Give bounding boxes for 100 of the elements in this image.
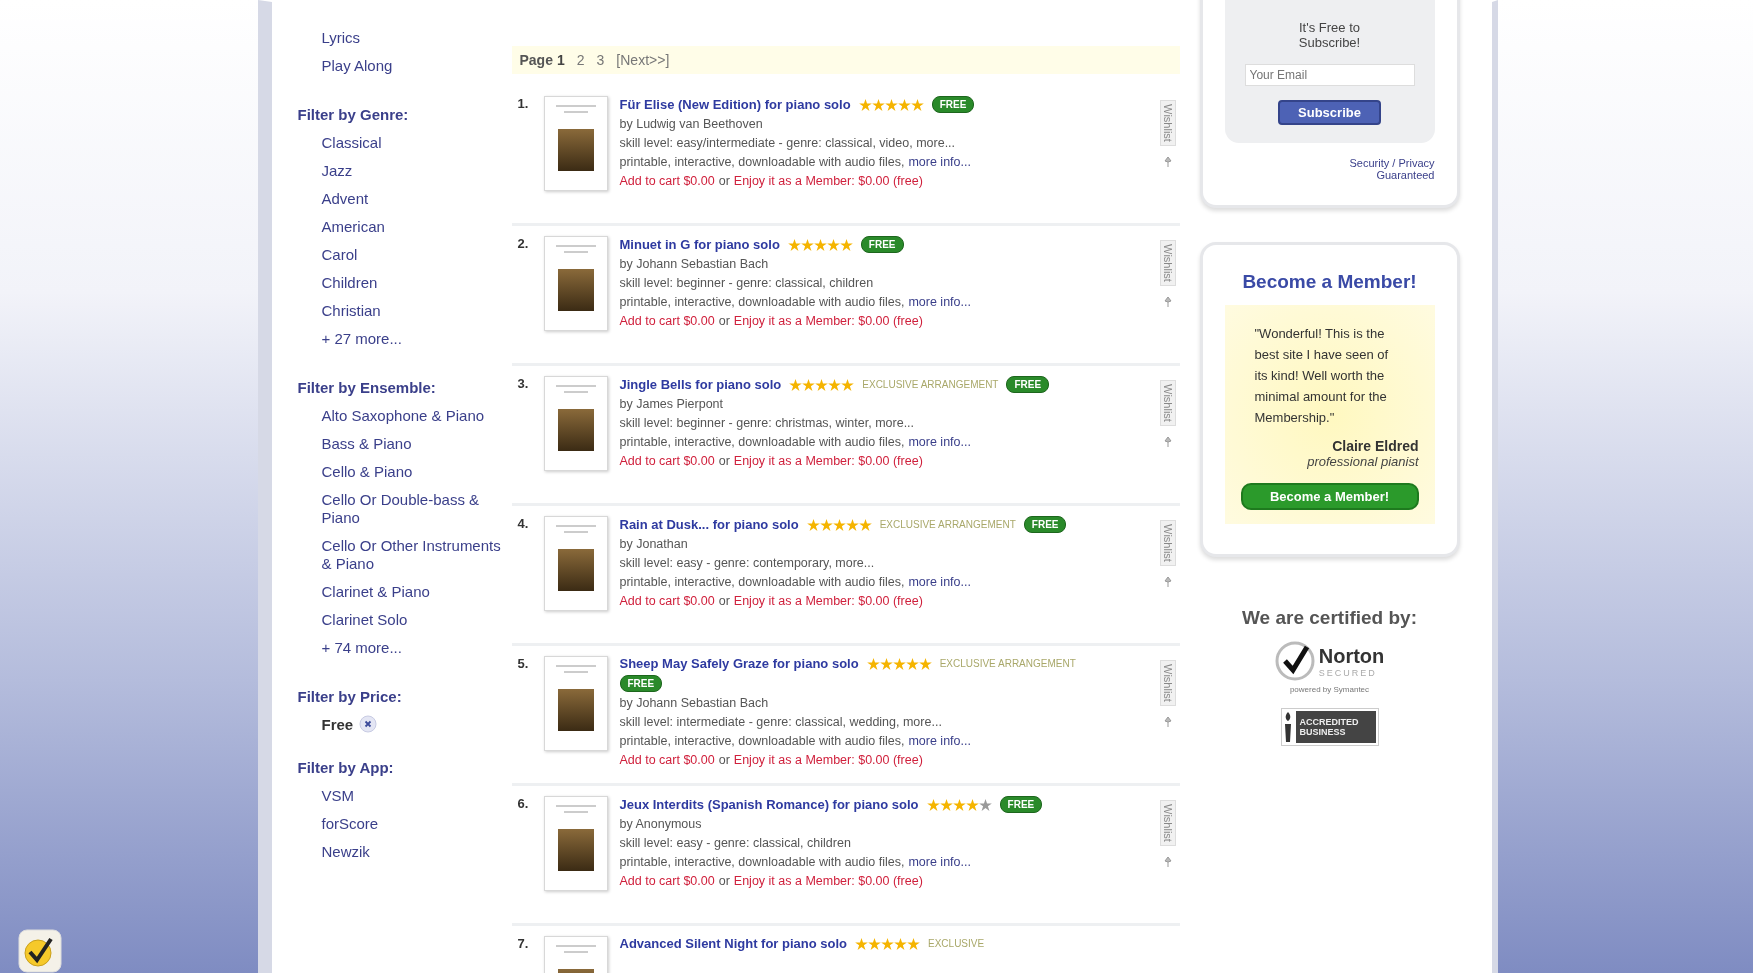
- norton-seal[interactable]: Norton SECURED powered by Symantec: [1274, 641, 1385, 694]
- filter-option[interactable]: Cello Or Double-bass & Piano: [321, 491, 512, 527]
- filter-option[interactable]: Clarinet & Piano: [321, 583, 430, 601]
- sheet-music-title-link[interactable]: Rain at Dusk... for piano solo: [619, 517, 799, 532]
- email-field[interactable]: Your Email: [1244, 64, 1415, 86]
- sidebar-link[interactable]: Play Along: [321, 57, 393, 75]
- filter-option[interactable]: Classical: [321, 134, 382, 152]
- sheet-music-title-link[interactable]: Jingle Bells for piano solo: [619, 377, 782, 392]
- add-to-cart-link[interactable]: Add to cart $0.00: [619, 874, 715, 888]
- checkmark-icon: [1274, 641, 1315, 681]
- sheet-music-thumbnail[interactable]: [543, 796, 608, 891]
- free-badge: FREE: [931, 96, 975, 113]
- details-text: skill level: beginner - genre: christmas, winter, more...: [619, 415, 916, 432]
- pin-icon[interactable]: [1162, 575, 1173, 588]
- features-text: printable, interactive, downloadable with audio files,: [619, 155, 905, 169]
- filter-option[interactable]: Cello & Piano: [321, 463, 413, 481]
- author-text: by Jonathan: [619, 536, 689, 553]
- details-text: skill level: intermediate - genre: classical, wedding, more...: [619, 714, 943, 731]
- filter-option[interactable]: Alto Saxophone & Piano: [321, 407, 485, 425]
- active-filter-label: Free: [321, 715, 354, 733]
- filter-option[interactable]: Clarinet Solo: [321, 611, 408, 629]
- result-number: 4.: [517, 516, 530, 531]
- free-badge: FREE: [860, 236, 904, 253]
- more-info-link[interactable]: more info...: [908, 855, 971, 869]
- member-price-link[interactable]: Enjoy it as a Member: $0.00 (free): [733, 753, 923, 767]
- member-price-link[interactable]: Enjoy it as a Member: $0.00 (free): [733, 454, 923, 468]
- pin-icon[interactable]: [1162, 435, 1173, 448]
- filter-option[interactable]: Jazz: [321, 162, 353, 180]
- testimonial-role: professional pianist: [1306, 454, 1419, 469]
- free-badge: FREE: [1023, 516, 1067, 533]
- more-info-link[interactable]: more info...: [908, 155, 971, 169]
- filter-option[interactable]: Carol: [321, 246, 358, 264]
- details-text: skill level: beginner - genre: classical, children: [619, 275, 875, 292]
- sidebar-link[interactable]: Lyrics: [321, 29, 361, 47]
- pin-icon[interactable]: [1162, 155, 1173, 168]
- add-to-cart-link[interactable]: Add to cart $0.00: [619, 753, 715, 767]
- add-to-cart-link[interactable]: Add to cart $0.00: [619, 454, 715, 468]
- sheet-music-thumbnail[interactable]: [543, 656, 608, 751]
- member-price-link[interactable]: Enjoy it as a Member: $0.00 (free): [733, 874, 923, 888]
- next-page-link[interactable]: [Next>>]: [616, 52, 670, 68]
- sheet-music-thumbnail[interactable]: [543, 96, 608, 191]
- member-price-link[interactable]: Enjoy it as a Member: $0.00 (free): [733, 174, 923, 188]
- free-badge: FREE: [1006, 376, 1050, 393]
- exclusive-tag: EXCLUSIVE ARRANGEMENT: [879, 519, 1016, 530]
- filter-heading: Filter by Price:: [297, 688, 402, 705]
- add-to-cart-link[interactable]: Add to cart $0.00: [619, 314, 715, 328]
- author-text: by James Pierpont: [619, 396, 725, 413]
- sheet-music-thumbnail[interactable]: [543, 236, 608, 331]
- sheet-music-title-link[interactable]: Jeux Interdits (Spanish Romance) for piano solo: [619, 797, 919, 812]
- or-text: or: [718, 314, 730, 328]
- free-badge: FREE: [619, 675, 663, 692]
- result-number: 2.: [517, 236, 530, 251]
- features-text: printable, interactive, downloadable with audio files,: [619, 435, 905, 449]
- subscribe-button[interactable]: Subscribe: [1278, 100, 1381, 125]
- more-info-link[interactable]: more info...: [908, 435, 971, 449]
- sheet-music-title-link[interactable]: Sheep May Safely Graze for piano solo: [619, 656, 859, 671]
- subscribe-heading: It's Free to Subscribe!: [1297, 20, 1362, 50]
- member-price-link[interactable]: Enjoy it as a Member: $0.00 (free): [733, 594, 923, 608]
- features-text: printable, interactive, downloadable with audio files,: [619, 575, 905, 589]
- details-text: skill level: easy - genre: contemporary, more...: [619, 555, 876, 572]
- remove-filter-icon[interactable]: [359, 715, 378, 733]
- sheet-music-title-link[interactable]: Für Elise (New Edition) for piano solo: [619, 97, 851, 112]
- page-link[interactable]: 3: [596, 52, 605, 68]
- filter-option[interactable]: VSM: [321, 787, 354, 805]
- filter-option[interactable]: Children: [321, 274, 378, 292]
- checkmark-badge-icon[interactable]: [18, 929, 62, 973]
- author-text: by Ludwig van Beethoven: [619, 116, 764, 133]
- filter-option[interactable]: American: [321, 218, 385, 236]
- page-link[interactable]: 2: [576, 52, 585, 68]
- filter-option[interactable]: Advent: [321, 190, 369, 208]
- become-member-button[interactable]: Become a Member!: [1240, 483, 1419, 510]
- add-to-cart-link[interactable]: Add to cart $0.00: [619, 594, 715, 608]
- member-price-link[interactable]: Enjoy it as a Member: $0.00 (free): [733, 314, 923, 328]
- details-text: skill level: easy/intermediate - genre: classical, video, more...: [619, 135, 957, 152]
- more-info-link[interactable]: more info...: [908, 295, 971, 309]
- pin-icon[interactable]: [1162, 295, 1173, 308]
- result-number: 3.: [517, 376, 530, 391]
- privacy-link[interactable]: Security / Privacy Guaranteed: [1324, 157, 1435, 181]
- more-info-link[interactable]: more info...: [908, 734, 971, 748]
- sheet-music-title-link[interactable]: Minuet in G for piano solo: [619, 237, 780, 252]
- page-link[interactable]: 1: [556, 52, 565, 68]
- sheet-music-title-link[interactable]: Advanced Silent Night for piano solo: [619, 936, 847, 951]
- exclusive-tag: EXCLUSIVE ARRANGEMENT: [862, 379, 999, 390]
- sheet-music-thumbnail[interactable]: [543, 516, 608, 611]
- filter-option[interactable]: Newzik: [321, 843, 370, 861]
- more-filters-link[interactable]: + 27 more...: [321, 330, 402, 348]
- add-to-cart-link[interactable]: Add to cart $0.00: [619, 174, 715, 188]
- bbb-seal[interactable]: ACCREDITED BUSINESS: [1280, 708, 1379, 746]
- features-text: printable, interactive, downloadable with audio files,: [619, 855, 905, 869]
- pin-icon[interactable]: [1162, 855, 1173, 868]
- filter-option[interactable]: Cello Or Other Instruments & Piano: [321, 537, 512, 573]
- sheet-music-thumbnail[interactable]: [543, 376, 608, 471]
- filter-option[interactable]: Christian: [321, 302, 381, 320]
- more-info-link[interactable]: more info...: [908, 575, 971, 589]
- pin-icon[interactable]: [1162, 715, 1173, 728]
- more-filters-link[interactable]: + 74 more...: [321, 639, 402, 657]
- filter-option[interactable]: forScore: [321, 815, 379, 833]
- result-number: 6.: [517, 796, 530, 811]
- norton-name: Norton: [1318, 644, 1385, 668]
- filter-option[interactable]: Bass & Piano: [321, 435, 412, 453]
